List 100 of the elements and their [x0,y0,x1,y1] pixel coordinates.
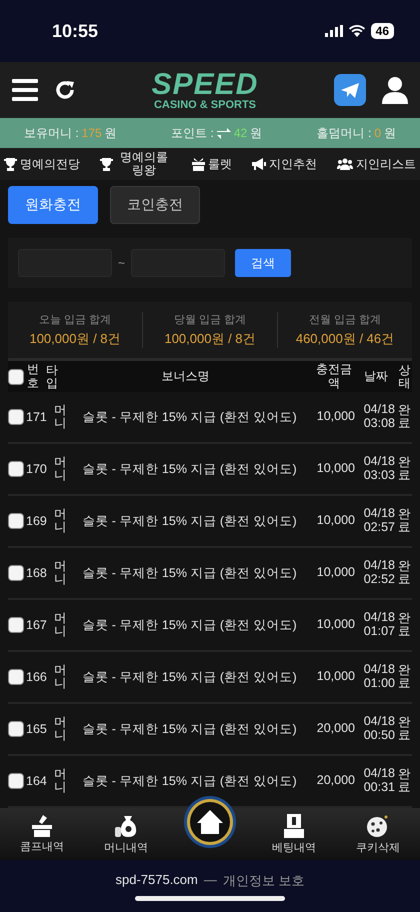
home-button[interactable] [183,795,237,849]
footer-separator: — [204,872,217,887]
table-cell-text: 슬롯 - 무제한 15% 지급 (환전 있어도) [81,408,298,426]
nav-link[interactable]: 지인추천 [252,156,317,172]
trophy-icon [4,158,17,170]
bottom-nav-item[interactable]: 머니내역 [104,814,148,854]
page-url: spd-7575.com [115,872,198,887]
column-header: 충전금액 [315,363,353,390]
table-cell: 머니 [54,560,68,586]
row-checkbox[interactable] [8,773,24,789]
table-cell-text: 20,000 [316,722,355,736]
nav-link[interactable]: 명예의롤링왕 [100,150,172,178]
refresh-icon[interactable] [54,79,76,101]
table-cell: 머니 [54,664,68,690]
bottom-nav-item[interactable]: 베팅내역 [272,814,316,854]
tab[interactable]: 원화충전 [8,186,98,224]
tab[interactable]: 코인충전 [110,186,200,224]
table-cell-text: 168 [26,566,48,580]
table-cell-text: 10,000 [316,410,355,424]
status-time: 10:55 [52,20,98,42]
row-checkbox[interactable] [8,617,24,633]
balance-unit: 원 [384,124,396,142]
user-icon[interactable] [382,76,408,104]
exchange-icon[interactable] [216,128,231,138]
table-cell-text: 04/18 00:50 [362,715,395,743]
megaphone-icon [252,158,266,170]
search-button[interactable]: 검색 [235,249,292,277]
table-cell: 머니 [54,508,68,534]
select-all-checkbox[interactable] [8,368,24,384]
table-cell-text: 165 [26,722,48,736]
nav-link[interactable]: 룰렛 [192,156,232,172]
logo-subtitle: CASINO & SPORTS [154,100,256,110]
table-cell-text: 슬롯 - 무제한 15% 지급 (환전 있어도) [81,668,298,686]
table-cell-text: 10,000 [316,670,355,684]
balance-label: 포인트 : [171,124,214,142]
table-cell-text: 04/18 03:03 [362,455,395,483]
summary-value: 100,000원 / 8건 [29,330,121,348]
table-cell-text: 슬롯 - 무제한 15% 지급 (환전 있어도) [81,616,298,634]
ticket-icon [284,814,304,838]
table-cell-text: 20,000 [316,774,355,788]
menu-icon[interactable] [12,79,38,101]
row-checkbox[interactable] [8,565,24,581]
summary-value: 100,000원 / 8건 [164,330,256,348]
table-cell-text: 167 [26,618,48,632]
table-cell: 완료 [397,456,412,482]
logo-title: SPEED [152,70,258,100]
table-cell-text: 04/18 01:07 [362,611,395,639]
column-header: 날짜 [363,370,389,384]
table-cell: 완료 [397,508,412,534]
table-cell-text: 슬롯 - 무제한 15% 지급 (환전 있어도) [81,772,298,790]
balance-value: 42 [234,126,248,140]
table-cell-text: 170 [26,462,48,476]
privacy-link[interactable]: 개인정보 보호 [222,872,304,890]
column-header: 타입 [46,364,59,390]
signal-icon [324,25,343,37]
summary-label: 전월 입금 합계 [308,313,382,327]
bottom-nav-item[interactable]: 콤프내역 [20,814,64,854]
cookie-icon [366,814,390,838]
table-cell-text: 166 [26,670,48,684]
table-cell: 완료 [397,560,412,586]
table-cell-text: 10,000 [316,462,355,476]
table-cell-text: 10,000 [316,618,355,632]
wifi-icon [348,25,365,37]
balance-label: 홀덤머니 : [316,124,372,142]
row-checkbox[interactable] [8,513,24,529]
table-cell-text: 슬롯 - 무제한 15% 지급 (환전 있어도) [81,460,298,478]
row-checkbox[interactable] [8,409,24,425]
table-cell-text: 10,000 [316,514,355,528]
column-header: 번호 [26,363,40,390]
row-checkbox[interactable] [8,721,24,737]
table-cell-text: 04/18 02:57 [362,507,395,535]
balance-label: 보유머니 : [24,124,79,142]
nav-link[interactable]: 명예의전당 [4,156,80,172]
row-checkbox[interactable] [8,669,24,685]
table-cell-text: 04/18 03:08 [362,403,395,431]
summary-value: 460,000원 / 46건 [296,330,394,348]
balance-unit: 원 [250,124,262,142]
table-cell: 완료 [397,664,412,690]
nav-link[interactable]: 지인리스트 [337,156,416,172]
table-cell: 머니 [54,456,68,482]
table-cell: 머니 [54,716,68,742]
row-checkbox[interactable] [8,461,24,477]
table-cell: 머니 [54,404,68,430]
trophy-icon [100,158,113,170]
bottom-nav-item[interactable]: 쿠키삭제 [356,814,400,854]
range-separator: ~ [118,256,126,270]
battery-level: 46 [370,23,394,39]
table-cell-text: 슬롯 - 무제한 15% 지급 (환전 있어도) [81,564,298,582]
balance-value: 175 [82,126,102,140]
table-cell: 머니 [54,768,68,794]
table-cell: 완료 [397,716,412,742]
column-header: 보너스명 [160,368,210,385]
summary-label: 당월 입금 합계 [174,313,246,327]
paper-plane-icon[interactable] [334,74,366,106]
balance-value: 0 [374,126,381,140]
ballot-box-icon [31,814,53,836]
summary-label: 오늘 입금 합계 [38,313,112,327]
table-cell: 완료 [397,768,412,794]
column-header: 상태 [398,364,412,390]
table-cell: 완료 [397,404,412,430]
